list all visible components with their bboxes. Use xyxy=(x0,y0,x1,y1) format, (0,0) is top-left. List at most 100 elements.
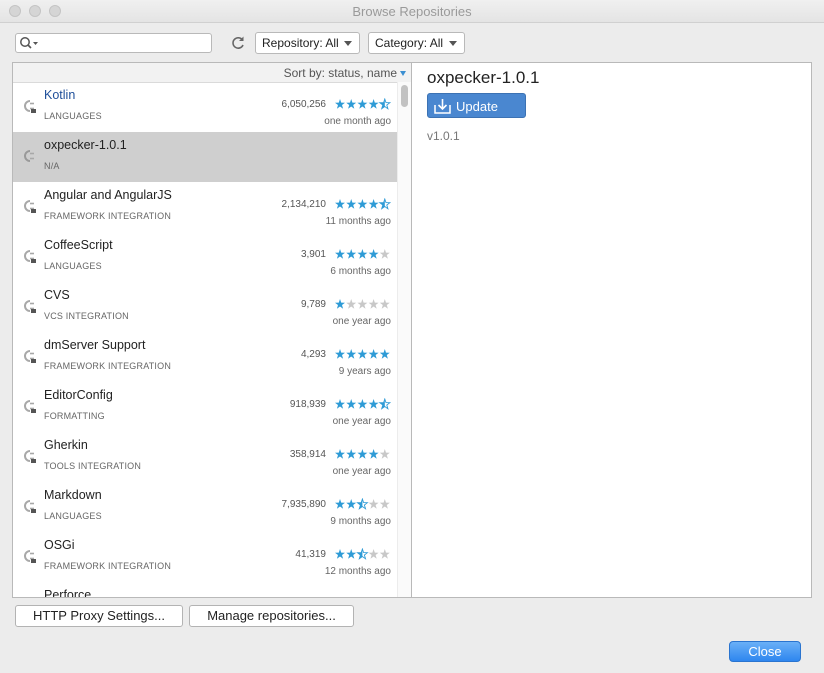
detail-version: v1.0.1 xyxy=(427,129,460,143)
plugin-row[interactable]: Angular and AngularJS FRAMEWORK INTEGRATI… xyxy=(13,182,397,232)
star-icon xyxy=(368,549,379,559)
refresh-icon[interactable] xyxy=(229,34,247,52)
download-icon xyxy=(434,99,451,114)
star-icon xyxy=(346,399,357,409)
star-icon xyxy=(379,249,390,259)
plugin-icon xyxy=(24,400,36,413)
search-icon xyxy=(20,37,38,49)
plugin-downloads: 9,789 xyxy=(300,299,326,310)
plugin-category: LANGUAGES xyxy=(44,511,102,521)
star-icon xyxy=(335,299,345,309)
plugin-icon xyxy=(24,500,36,513)
star-icon xyxy=(368,249,379,259)
star-icon xyxy=(379,499,390,509)
plugin-category: FRAMEWORK INTEGRATION xyxy=(44,361,172,371)
star-icon xyxy=(346,449,357,459)
star-icon xyxy=(346,99,357,109)
rating-stars xyxy=(335,449,390,459)
plugin-name: EditorConfig xyxy=(44,388,113,402)
plugin-row[interactable]: dmServer Support FRAMEWORK INTEGRATION 4,2… xyxy=(13,332,397,382)
plugin-icon xyxy=(24,150,34,162)
sort-caret-icon[interactable] xyxy=(400,71,406,76)
plugin-downloads: 358,914 xyxy=(289,449,326,460)
sort-bar[interactable]: Sort by: status, name xyxy=(13,63,411,83)
plugin-icon xyxy=(24,200,36,213)
star-icon xyxy=(346,199,357,209)
star-icon xyxy=(335,499,345,509)
rating-stars xyxy=(335,98,391,110)
plugin-row[interactable]: OSGi FRAMEWORK INTEGRATION 41,319 12 months… xyxy=(13,532,397,582)
plugin-row[interactable]: Kotlin LANGUAGES 6,050,256 one month ago xyxy=(13,82,397,132)
star-icon xyxy=(357,449,368,459)
detail-plugin-name: oxpecker-1.0.1 xyxy=(427,68,540,87)
rating-stars xyxy=(335,299,390,309)
repository-filter-label: Repository: All xyxy=(262,36,339,50)
star-icon xyxy=(346,249,357,259)
star-icon xyxy=(357,349,368,359)
plugin-name: Perforce xyxy=(44,588,92,598)
plugin-updated: 12 months ago xyxy=(324,566,391,577)
star-icon xyxy=(368,499,379,509)
category-filter-dropdown[interactable]: Category: All xyxy=(368,32,465,54)
plugin-row[interactable]: EditorConfig FORMATTING 918,939 one year ag… xyxy=(13,382,397,432)
scrollbar-thumb[interactable] xyxy=(401,85,408,107)
plugin-updated: 9 months ago xyxy=(330,516,391,527)
star-icon xyxy=(378,98,391,110)
rating-stars xyxy=(335,398,391,410)
star-icon xyxy=(346,499,357,509)
plugin-downloads: 7,935,890 xyxy=(281,499,327,510)
plugin-category: VCS INTEGRATION xyxy=(44,311,129,321)
star-icon xyxy=(335,99,345,109)
plugin-updated: 11 months ago xyxy=(325,216,391,227)
star-icon xyxy=(335,399,345,409)
http-proxy-settings-button[interactable]: HTTP Proxy Settings... xyxy=(15,605,183,627)
manage-repositories-button[interactable]: Manage repositories... xyxy=(189,605,354,627)
search-field[interactable] xyxy=(15,33,212,53)
plugin-downloads: 3,901 xyxy=(300,249,326,260)
window-title: Browse Repositories xyxy=(352,4,472,19)
star-icon xyxy=(379,449,390,459)
plugin-name: Angular and AngularJS xyxy=(44,188,172,202)
search-input[interactable] xyxy=(38,35,212,53)
star-icon xyxy=(378,198,391,210)
update-button[interactable]: Update xyxy=(427,93,526,118)
plugin-downloads: 2,134,210 xyxy=(281,199,327,210)
star-icon xyxy=(368,349,379,359)
plugin-name: CoffeeScript xyxy=(44,238,113,252)
star-icon xyxy=(379,299,390,309)
plugin-icon xyxy=(24,350,36,363)
plugin-name: oxpecker-1.0.1 xyxy=(44,138,127,152)
star-icon xyxy=(357,249,368,259)
rating-stars xyxy=(335,349,390,359)
plugin-category: FRAMEWORK INTEGRATION xyxy=(44,561,172,571)
plugin-row[interactable]: CoffeeScript LANGUAGES 3,901 6 months ago xyxy=(13,232,397,282)
star-icon xyxy=(368,199,379,209)
plugin-name: Kotlin xyxy=(44,88,76,102)
title-bar: Browse Repositories xyxy=(0,0,824,23)
star-icon xyxy=(379,549,390,559)
plugin-row[interactable]: Perforce xyxy=(13,582,397,598)
plugin-row[interactable]: Markdown LANGUAGES 7,935,890 9 months ago xyxy=(13,482,397,532)
plugin-name: CVS xyxy=(44,288,70,302)
plugin-row[interactable]: Gherkin TOOLS INTEGRATION 358,914 one year … xyxy=(13,432,397,482)
sort-label[interactable]: Sort by: status, name xyxy=(284,66,397,80)
star-icon xyxy=(357,199,368,209)
star-icon xyxy=(379,349,390,359)
rating-stars xyxy=(335,498,390,510)
star-icon xyxy=(335,199,345,209)
plugin-downloads: 4,293 xyxy=(300,349,326,360)
plugin-icon xyxy=(24,100,36,113)
star-icon xyxy=(335,549,345,559)
chevron-down-icon xyxy=(344,41,352,46)
close-button[interactable]: Close xyxy=(729,641,801,662)
list-scrollbar[interactable] xyxy=(397,82,411,597)
plugin-detail-panel: oxpecker-1.0.1 Update v1.0.1 xyxy=(411,62,812,598)
star-icon xyxy=(335,349,345,359)
star-icon xyxy=(346,549,357,559)
repository-filter-dropdown[interactable]: Repository: All xyxy=(255,32,360,54)
plugin-row[interactable]: oxpecker-1.0.1 N/A xyxy=(13,132,397,182)
plugin-icon xyxy=(24,250,36,263)
plugin-row[interactable]: CVS VCS INTEGRATION 9,789 one year ago xyxy=(13,282,397,332)
plugin-name: Gherkin xyxy=(44,438,88,452)
plugin-category: TOOLS INTEGRATION xyxy=(44,461,142,471)
